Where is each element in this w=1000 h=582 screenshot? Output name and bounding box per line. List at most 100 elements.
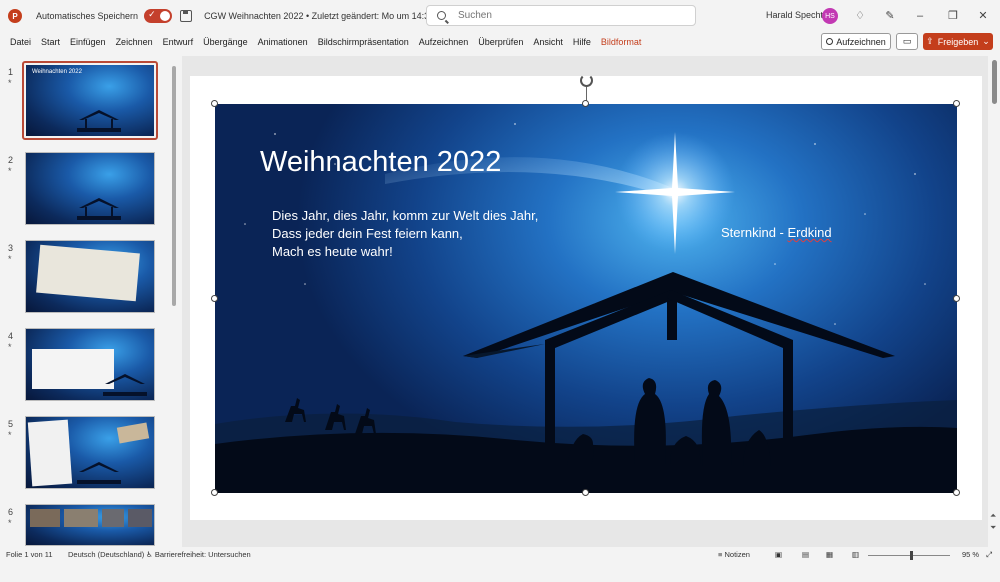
record-button[interactable]: Aufzeichnen	[821, 33, 891, 50]
chevron-down-icon: ⌄	[982, 36, 990, 46]
tab-ansicht[interactable]: Ansicht	[533, 37, 563, 47]
reading-view-icon[interactable]: ▥	[852, 550, 859, 559]
powerpoint-logo-icon: P	[8, 9, 22, 23]
restore-icon[interactable]: ❐	[945, 8, 961, 24]
thumbnail-row[interactable]: 2 *	[0, 150, 170, 230]
document-image	[27, 419, 73, 487]
sheet-music-image	[36, 244, 140, 302]
thumbnail-row[interactable]: 5 *	[0, 414, 170, 494]
pen-icon[interactable]: ✎	[882, 8, 898, 24]
slide-body-text[interactable]: Dies Jahr, dies Jahr, komm zur Welt dies…	[272, 207, 538, 261]
diamond-icon[interactable]: ♢	[852, 8, 868, 24]
nativity-silhouette-icon	[77, 462, 122, 484]
nativity-silhouette-icon	[102, 374, 147, 396]
photo-image	[30, 509, 60, 527]
record-icon	[826, 38, 834, 45]
slide-counter: Folie 1 von 11	[6, 550, 53, 559]
notes-button[interactable]: ≡ Notizen	[718, 550, 750, 559]
outline-view-icon[interactable]: ▤	[802, 550, 809, 559]
nativity-silhouette-icon	[77, 110, 122, 132]
slide-sorter-icon[interactable]: ▦	[826, 550, 833, 559]
rotate-handle-icon[interactable]	[580, 74, 593, 87]
search-input[interactable]	[458, 10, 658, 21]
tab-bildschirmpraesentation[interactable]: Bildschirmpräsentation	[318, 37, 409, 47]
share-icon: ⇪	[926, 36, 934, 46]
previous-slide-icon[interactable]: ⏶	[990, 511, 996, 521]
thumbnail-row[interactable]: 4 *	[0, 326, 170, 406]
comment-button[interactable]: ▭	[896, 33, 918, 50]
next-slide-icon[interactable]: ⏷	[990, 523, 996, 533]
fit-to-window-icon[interactable]: ⤢	[986, 550, 992, 560]
resize-handle-bottom-left[interactable]	[211, 489, 218, 496]
zoom-slider[interactable]	[868, 555, 950, 556]
tab-hilfe[interactable]: Hilfe	[573, 37, 591, 47]
resize-handle-bottom[interactable]	[582, 489, 589, 496]
resize-handle-bottom-right[interactable]	[953, 489, 960, 496]
tab-uebergaenge[interactable]: Übergänge	[203, 37, 248, 47]
scrollbar-thumb[interactable]	[172, 66, 176, 306]
nativity-silhouette-icon	[77, 198, 122, 220]
accessibility-status[interactable]: ♿ Barrierefreiheit: Untersuchen	[146, 550, 251, 559]
slide-side-text[interactable]: Sternkind - Erdkind	[721, 225, 832, 240]
zoom-slider-knob[interactable]	[910, 551, 913, 560]
autosave-toggle[interactable]	[144, 9, 173, 23]
scrollbar-thumb[interactable]	[992, 60, 997, 104]
slide-title[interactable]: Weihnachten 2022	[260, 146, 501, 179]
notes-icon: ≡	[718, 550, 723, 559]
thumbnail-row[interactable]: 3 *	[0, 238, 170, 318]
user-name[interactable]: Harald Specht	[766, 10, 823, 20]
autosave-label: Automatisches Speichern	[36, 11, 139, 21]
tab-bildformat[interactable]: Bildformat	[601, 37, 642, 47]
thumbnail-row[interactable]: 1 * Weihnachten 2022	[0, 61, 170, 142]
tab-start[interactable]: Start	[41, 37, 60, 47]
status-bar: Folie 1 von 11 Deutsch (Deutschland) ♿ B…	[0, 547, 1000, 563]
tab-aufzeichnen[interactable]: Aufzeichnen	[419, 37, 469, 47]
normal-view-icon[interactable]: ▣	[775, 550, 782, 559]
canvas-scrollbar[interactable]: ⏶ ⏷	[989, 56, 1000, 547]
search-box[interactable]	[426, 5, 696, 26]
accessibility-icon: ♿	[146, 550, 153, 559]
tab-entwurf[interactable]: Entwurf	[163, 37, 194, 47]
thumbnail-image: Weihnachten 2022	[26, 65, 154, 136]
flyer-image	[32, 349, 114, 389]
save-icon[interactable]	[180, 10, 193, 22]
card-image	[116, 422, 150, 444]
avatar[interactable]: HS	[822, 8, 838, 24]
thumbnail-image	[26, 505, 154, 545]
resize-handle-top[interactable]	[582, 100, 589, 107]
thumbnail-scrollbar[interactable]	[170, 56, 178, 547]
tab-animationen[interactable]: Animationen	[258, 37, 308, 47]
language-indicator[interactable]: Deutsch (Deutschland)	[68, 550, 144, 559]
minimize-icon[interactable]: –	[912, 8, 928, 24]
resize-handle-top-right[interactable]	[953, 100, 960, 107]
tab-datei[interactable]: Datei	[10, 37, 31, 47]
slide-thumbnail-5[interactable]	[25, 416, 155, 489]
photo-image	[64, 509, 98, 527]
thumbnail-image	[26, 329, 154, 400]
resize-handle-right[interactable]	[953, 295, 960, 302]
thumbnail-image	[26, 241, 154, 312]
search-icon	[437, 11, 446, 20]
slide-thumbnail-4[interactable]	[25, 328, 155, 401]
thumbnail-image	[26, 417, 154, 488]
document-title[interactable]: CGW Weihnachten 2022 • Zuletzt geändert:…	[204, 11, 445, 21]
resize-handle-left[interactable]	[211, 295, 218, 302]
tab-ueberpruefen[interactable]: Überprüfen	[478, 37, 523, 47]
photo-image	[128, 509, 152, 527]
slide-thumbnail-1[interactable]: Weihnachten 2022	[22, 61, 158, 140]
slide-image[interactable]: Weihnachten 2022 Dies Jahr, dies Jahr, k…	[215, 104, 957, 493]
slide-thumbnail-3[interactable]	[25, 240, 155, 313]
zoom-level[interactable]: 95 %	[962, 550, 979, 559]
thumbnail-image	[26, 153, 154, 224]
tab-zeichnen[interactable]: Zeichnen	[116, 37, 153, 47]
share-button[interactable]: ⇪ Freigeben ⌄	[923, 33, 993, 50]
slide-thumbnail-2[interactable]	[25, 152, 155, 225]
tab-einfuegen[interactable]: Einfügen	[70, 37, 106, 47]
photo-image	[102, 509, 124, 527]
close-icon[interactable]: ✕	[975, 8, 991, 24]
thumbnail-row[interactable]: 6 *	[0, 502, 170, 582]
slide-thumbnail-6[interactable]	[25, 504, 155, 546]
comment-icon: ▭	[902, 36, 912, 46]
resize-handle-top-left[interactable]	[211, 100, 218, 107]
slide-thumbnail-panel: 1 * Weihnachten 2022 2 * 3 * 4 * 5 * 6 *	[0, 56, 180, 547]
